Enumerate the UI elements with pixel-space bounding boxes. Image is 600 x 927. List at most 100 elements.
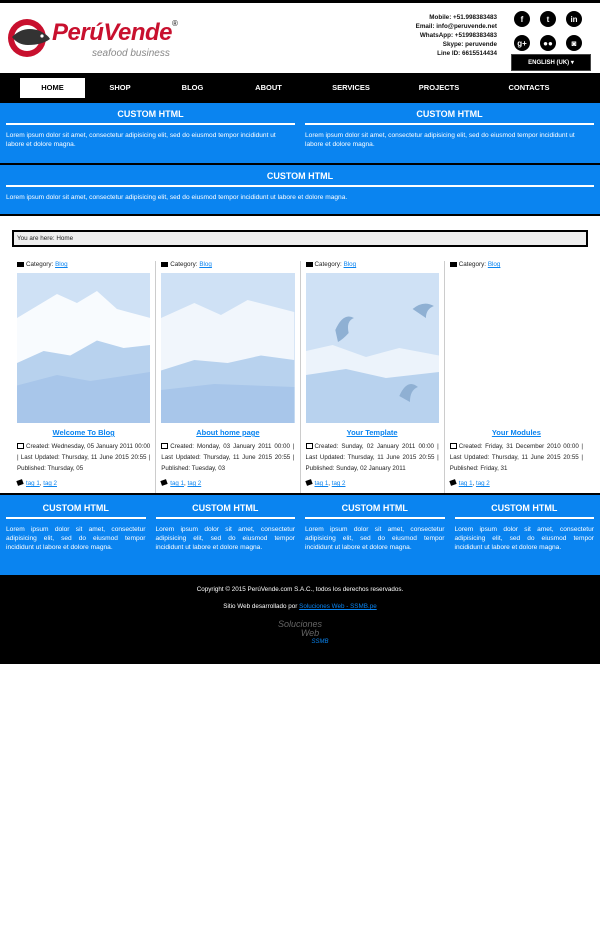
logo-line: Web <box>300 628 320 638</box>
contact-skype: Skype: peruvende <box>442 41 497 48</box>
contact-mobile: Mobile: +51.998383483 <box>429 14 497 21</box>
article-image[interactable] <box>450 273 583 423</box>
article-title-link[interactable]: Welcome To Blog <box>17 428 150 437</box>
category-link[interactable]: Blog <box>488 261 501 268</box>
article-category: Category: Blog <box>17 261 150 271</box>
facebook-icon[interactable]: f <box>514 11 530 27</box>
tag-icon <box>160 479 168 486</box>
custom-html-module: CUSTOM HTML Lorem ipsum dolor sit amet, … <box>155 503 295 575</box>
logo-line: Soluciones <box>277 619 323 629</box>
folder-icon <box>161 262 169 267</box>
article-card: Category: Blog Your Template Created: Su… <box>299 261 444 493</box>
section-divider <box>0 214 600 216</box>
nav-projects[interactable]: PROJECTS <box>395 78 483 98</box>
calendar-icon <box>305 443 313 449</box>
mountain-image-icon <box>17 291 151 423</box>
contact-info: Mobile: +51.998383483 Email: info@peruve… <box>416 13 497 58</box>
module-text: Lorem ipsum dolor sit amet, consectetur … <box>6 132 276 148</box>
calendar-icon <box>17 443 24 449</box>
site-header: PerúVende® seafood business Mobile: +51.… <box>0 3 600 73</box>
tag-link[interactable]: tag 1 <box>459 480 473 487</box>
module-text: Lorem ipsum dolor sit amet, consectetur … <box>305 526 445 551</box>
tag-icon <box>304 479 313 486</box>
instagram-icon[interactable]: ◙ <box>566 35 582 51</box>
module-title: CUSTOM HTML <box>6 171 594 187</box>
category-link[interactable]: Blog <box>199 261 212 268</box>
article-title-link[interactable]: About home page <box>161 428 294 437</box>
article-meta: Created: Friday, 31 December 2010 00:00 … <box>449 443 583 472</box>
custom-html-module: CUSTOM HTML Lorem ipsum dolor sit amet, … <box>305 103 594 163</box>
social-icons: f t in g+ ●● ◙ <box>514 11 586 51</box>
custom-html-module: CUSTOM HTML Lorem ipsum dolor sit amet, … <box>454 503 595 575</box>
tag-link[interactable]: tag 1 <box>315 480 329 487</box>
calendar-icon <box>449 443 457 449</box>
module-text: Lorem ipsum dolor sit amet, consectetur … <box>6 194 348 201</box>
tag-link[interactable]: tag 2 <box>187 480 201 487</box>
site-footer: Copyright © 2015 PerúVende.com S.A.C., t… <box>0 575 600 664</box>
tag-icon <box>449 479 457 486</box>
google-plus-icon[interactable]: g+ <box>514 35 530 51</box>
article-image[interactable] <box>305 273 439 423</box>
developer-logo[interactable]: Soluciones Web SSMB <box>260 620 340 647</box>
folder-icon <box>17 262 24 267</box>
custom-html-module: CUSTOM HTML Lorem ipsum dolor sit amet, … <box>6 503 146 575</box>
contact-email: Email: info@peruvende.net <box>415 23 497 30</box>
nav-blog[interactable]: BLOG <box>155 78 230 98</box>
module-text: Lorem ipsum dolor sit amet, consectetur … <box>6 526 146 551</box>
article-tags: tag 1, tag 2 <box>449 479 583 487</box>
module-text: Lorem ipsum dolor sit amet, consectetur … <box>454 526 595 551</box>
tag-link[interactable]: tag 1 <box>26 480 40 487</box>
article-meta: Created: Monday, 03 January 2011 00:00 |… <box>161 443 295 472</box>
article-title-link[interactable]: Your Template <box>306 428 439 437</box>
article-card: Category: Blog Your Modules Created: Fri… <box>443 261 588 493</box>
nav-home[interactable]: HOME <box>20 78 85 98</box>
twitter-icon[interactable]: t <box>540 11 556 27</box>
developer-link[interactable]: Soluciones Web - SSMB.pe <box>299 603 377 610</box>
tag-link[interactable]: tag 2 <box>476 480 490 487</box>
module-title: CUSTOM HTML <box>305 109 594 125</box>
language-select[interactable]: ENGLISH (UK) ▾ <box>511 54 591 71</box>
tag-link[interactable]: tag 1 <box>170 480 184 487</box>
fish-logo-icon <box>8 19 50 57</box>
site-logo[interactable]: PerúVende® seafood business <box>6 15 186 65</box>
nav-shop[interactable]: SHOP <box>85 78 155 98</box>
module-title: CUSTOM HTML <box>6 109 295 125</box>
article-category: Category: Blog <box>161 261 294 271</box>
category-link[interactable]: Blog <box>55 261 68 268</box>
calendar-icon <box>161 443 169 449</box>
flickr-icon[interactable]: ●● <box>540 35 556 51</box>
top-modules: CUSTOM HTML Lorem ipsum dolor sit amet, … <box>0 103 600 163</box>
article-card: Category: Blog About home page Created: … <box>155 261 299 493</box>
tag-icon <box>16 479 24 486</box>
custom-html-module: CUSTOM HTML Lorem ipsum dolor sit amet, … <box>305 503 445 575</box>
nav-services[interactable]: SERVICES <box>307 78 395 98</box>
article-meta: Created: Wednesday, 05 January 2011 00:0… <box>17 443 151 472</box>
folder-icon <box>449 262 457 267</box>
article-tags: tag 1, tag 2 <box>304 479 439 487</box>
tag-link[interactable]: tag 2 <box>332 480 346 487</box>
article-image[interactable] <box>17 273 151 423</box>
article-card: Category: Blog Welcome To Blog Created: … <box>12 261 155 493</box>
brand-tagline: seafood business <box>92 48 170 59</box>
module-text: Lorem ipsum dolor sit amet, consectetur … <box>305 132 575 148</box>
linkedin-icon[interactable]: in <box>566 11 582 27</box>
language-selected: ENGLISH (UK) <box>528 59 570 66</box>
article-category: Category: Blog <box>305 261 439 271</box>
module-title: CUSTOM HTML <box>155 503 295 519</box>
nav-contacts[interactable]: CONTACTS <box>483 78 575 98</box>
wide-module: CUSTOM HTML Lorem ipsum dolor sit amet, … <box>0 165 600 214</box>
blog-articles: Category: Blog Welcome To Blog Created: … <box>0 261 600 493</box>
article-title-link[interactable]: Your Modules <box>450 428 583 437</box>
module-title: CUSTOM HTML <box>6 503 146 519</box>
custom-html-module: CUSTOM HTML Lorem ipsum dolor sit amet, … <box>6 103 295 163</box>
chevron-down-icon: ▾ <box>570 60 574 66</box>
brand-name: PerúVende® <box>52 19 178 46</box>
tag-link[interactable]: tag 2 <box>43 480 57 487</box>
bottom-modules: CUSTOM HTML Lorem ipsum dolor sit amet, … <box>0 495 600 575</box>
nav-about[interactable]: ABOUT <box>230 78 307 98</box>
article-category: Category: Blog <box>449 261 583 271</box>
main-nav: HOME SHOP BLOG ABOUT SERVICES PROJECTS C… <box>0 73 600 103</box>
article-image[interactable] <box>161 273 295 423</box>
article-meta: Created: Sunday, 02 January 2011 00:00 |… <box>305 443 439 472</box>
category-link[interactable]: Blog <box>344 261 357 268</box>
